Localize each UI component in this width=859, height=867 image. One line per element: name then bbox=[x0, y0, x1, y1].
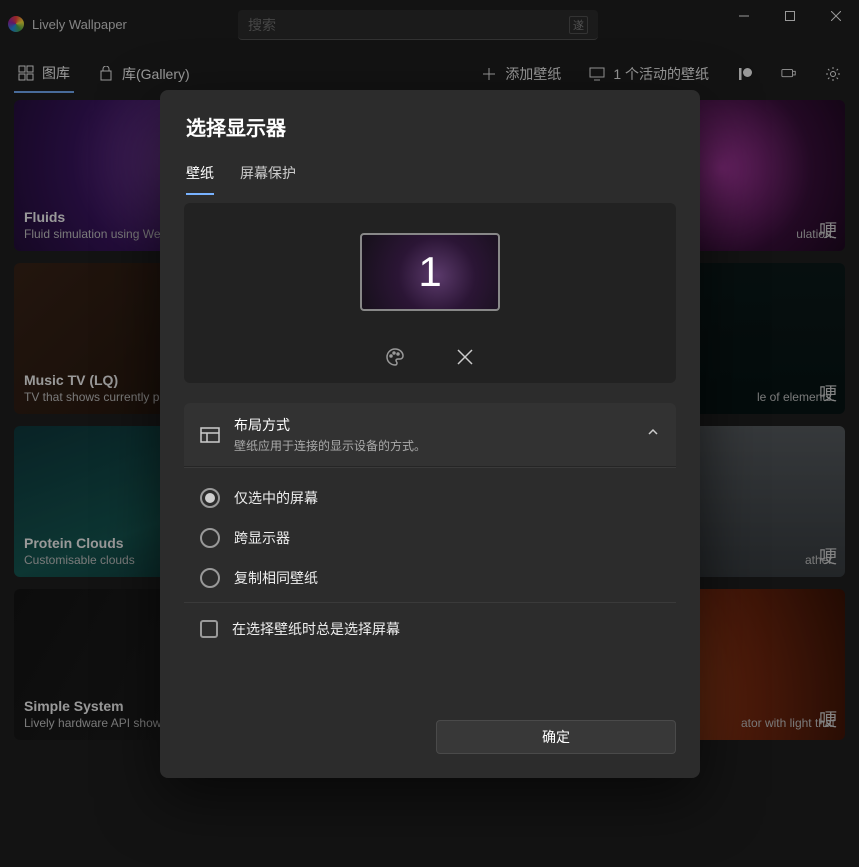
ok-button[interactable]: 确定 bbox=[436, 720, 676, 754]
radio-indicator bbox=[200, 528, 220, 548]
tab-wallpaper[interactable]: 壁纸 bbox=[186, 163, 214, 195]
layout-title: 布局方式 bbox=[234, 415, 632, 435]
radio-label: 跨显示器 bbox=[234, 528, 290, 548]
layout-radio-group: 仅选中的屏幕 跨显示器 复制相同壁纸 bbox=[184, 467, 676, 602]
radio-label: 复制相同壁纸 bbox=[234, 568, 318, 588]
chevron-up-icon bbox=[646, 425, 660, 444]
display-preview-panel: 1 bbox=[184, 203, 676, 383]
radio-selected-screen[interactable]: 仅选中的屏幕 bbox=[200, 480, 660, 516]
customize-button[interactable] bbox=[385, 347, 405, 367]
radio-indicator bbox=[200, 488, 220, 508]
remove-button[interactable] bbox=[455, 347, 475, 367]
dialog-footer: 确定 bbox=[160, 702, 700, 778]
monitor-number: 1 bbox=[418, 248, 441, 296]
display-selector-dialog: 选择显示器 壁纸 屏幕保护 1 布局方式 壁纸应用于连接的显示设备的方式。 bbox=[160, 90, 700, 778]
layout-icon bbox=[200, 425, 220, 445]
monitor-thumbnail[interactable]: 1 bbox=[360, 233, 500, 311]
tab-screensaver[interactable]: 屏幕保护 bbox=[240, 163, 296, 195]
close-icon bbox=[457, 349, 473, 365]
dialog-title: 选择显示器 bbox=[186, 112, 674, 141]
checkbox-label: 在选择壁纸时总是选择屏幕 bbox=[232, 619, 400, 639]
always-select-checkbox[interactable]: 在选择壁纸时总是选择屏幕 bbox=[200, 619, 660, 639]
radio-duplicate[interactable]: 复制相同壁纸 bbox=[200, 560, 660, 596]
dialog-tabs: 壁纸 屏幕保护 bbox=[160, 151, 700, 195]
ok-label: 确定 bbox=[542, 727, 570, 747]
palette-icon bbox=[385, 347, 405, 367]
layout-desc: 壁纸应用于连接的显示设备的方式。 bbox=[234, 437, 632, 454]
radio-label: 仅选中的屏幕 bbox=[234, 488, 318, 508]
radio-indicator bbox=[200, 568, 220, 588]
dialog-header: 选择显示器 bbox=[160, 90, 700, 151]
layout-setting-header[interactable]: 布局方式 壁纸应用于连接的显示设备的方式。 bbox=[184, 403, 676, 467]
checkbox-indicator bbox=[200, 620, 218, 638]
radio-span-displays[interactable]: 跨显示器 bbox=[200, 520, 660, 556]
